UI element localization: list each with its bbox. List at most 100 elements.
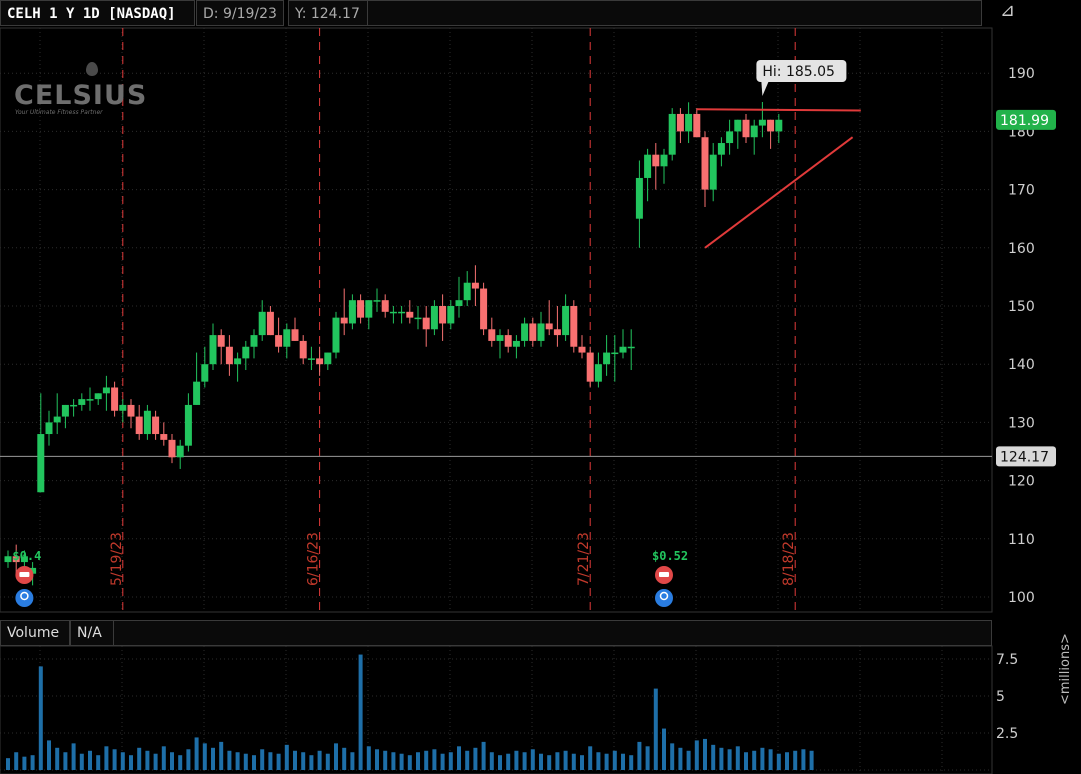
volume-bar xyxy=(194,737,199,770)
earnings-phone-icon-glyph xyxy=(19,572,30,577)
volume-bar xyxy=(243,753,248,770)
candle-body xyxy=(611,352,619,355)
volume-bar xyxy=(629,755,634,770)
volume-bar xyxy=(219,741,224,770)
volume-bar xyxy=(711,744,716,770)
candle-body xyxy=(521,323,529,341)
candle-body xyxy=(127,404,135,417)
chart-svg: 1001101201301401501601701801905/19/23 6/1… xyxy=(0,27,1056,774)
candle-body xyxy=(586,352,594,382)
candle-body xyxy=(266,311,274,336)
volume-bar xyxy=(432,749,437,770)
candle-body xyxy=(143,410,151,435)
candle-body xyxy=(176,445,184,458)
volume-bar xyxy=(96,755,101,770)
volume-bar xyxy=(522,752,527,770)
trendline xyxy=(696,108,861,112)
candle-body xyxy=(422,317,430,330)
volume-bar xyxy=(161,746,166,770)
volume-bar xyxy=(539,753,543,770)
y-tick-label: 160 xyxy=(1008,241,1035,257)
logo-drop-icon xyxy=(86,62,98,76)
candle-body xyxy=(685,113,693,132)
y-tick-label: 150 xyxy=(1008,299,1035,315)
volume-bar xyxy=(662,728,666,770)
volume-bar xyxy=(498,755,502,770)
celsius-logo: CELSIUS xyxy=(14,80,148,111)
candle-body xyxy=(340,317,348,324)
volume-bar xyxy=(71,743,76,770)
volume-bar xyxy=(440,753,445,770)
candle-body xyxy=(53,416,61,423)
candle-body xyxy=(504,335,512,347)
volume-bar xyxy=(785,752,789,770)
y-tick-label: 190 xyxy=(1008,66,1035,82)
dividend-label: $0.52 xyxy=(652,549,688,563)
chart-settings-icon[interactable]: ⊿ xyxy=(1000,0,1026,21)
candle-body xyxy=(701,137,709,190)
candle-body xyxy=(307,358,315,360)
volume-bar xyxy=(170,752,174,770)
candle-body xyxy=(61,404,69,417)
candle-body xyxy=(70,404,78,407)
volume-panel: 2.5 5 7.5 xyxy=(0,645,1018,774)
volume-bar xyxy=(670,743,675,770)
volume-bar xyxy=(596,752,601,770)
candle-body xyxy=(603,352,611,365)
candle-body xyxy=(324,352,332,365)
volume-bar xyxy=(580,755,584,770)
candle-body xyxy=(86,399,94,401)
candle-body xyxy=(488,329,496,341)
candle-body xyxy=(775,119,783,132)
volume-bar xyxy=(489,752,494,770)
candle-body xyxy=(430,306,438,330)
candle-body xyxy=(78,399,86,405)
symbol-label[interactable]: CELH 1 Y 1D [NASDAQ] xyxy=(0,0,195,26)
date-marker-label: 7/21/23 xyxy=(576,532,592,586)
candle-body xyxy=(332,317,340,353)
candle-body xyxy=(381,300,389,312)
volume-bar xyxy=(637,741,642,770)
candle-body xyxy=(225,346,233,365)
volume-bar xyxy=(137,747,142,770)
y-tick-label: 130 xyxy=(1008,415,1035,431)
candle-body xyxy=(258,311,266,336)
candle-body xyxy=(529,323,537,341)
volume-bar xyxy=(793,750,798,770)
volume-bar xyxy=(366,746,371,770)
volume-bar xyxy=(555,752,560,770)
volume-bar xyxy=(481,741,486,770)
volume-bar xyxy=(571,753,576,770)
volume-bar xyxy=(235,752,240,770)
candle-body xyxy=(742,119,750,138)
volume-bar xyxy=(186,749,191,770)
candle-body xyxy=(160,434,168,440)
candle-body xyxy=(283,329,291,347)
volume-bar xyxy=(38,666,43,770)
volume-bar xyxy=(752,750,757,770)
candle-body xyxy=(184,404,192,446)
candle-body xyxy=(94,393,102,400)
volume-bar xyxy=(22,756,27,770)
date-marker-label: 6/16/23 xyxy=(306,532,322,586)
volume-bar xyxy=(79,753,84,770)
volume-bar xyxy=(350,752,355,770)
candle-body xyxy=(537,323,545,341)
volume-bar xyxy=(448,752,453,770)
candle-body xyxy=(693,113,701,138)
y-tick-label: 140 xyxy=(1008,357,1035,373)
volume-bar xyxy=(506,753,511,770)
candle-body xyxy=(553,329,561,336)
volume-bar xyxy=(612,750,617,770)
volume-bar xyxy=(801,749,806,770)
volume-bar xyxy=(30,755,35,770)
candle-body xyxy=(234,358,242,365)
hi-callout-label: Hi: 185.05 xyxy=(762,64,835,80)
candle-body xyxy=(209,335,217,365)
volume-value: N/A xyxy=(70,620,114,646)
volume-bar xyxy=(391,752,396,770)
volume-label[interactable]: Volume xyxy=(0,620,70,646)
dividend-label: $0.4 xyxy=(12,549,41,563)
volume-bar xyxy=(727,749,732,770)
date-marker-label: 5/19/23 xyxy=(109,532,125,586)
